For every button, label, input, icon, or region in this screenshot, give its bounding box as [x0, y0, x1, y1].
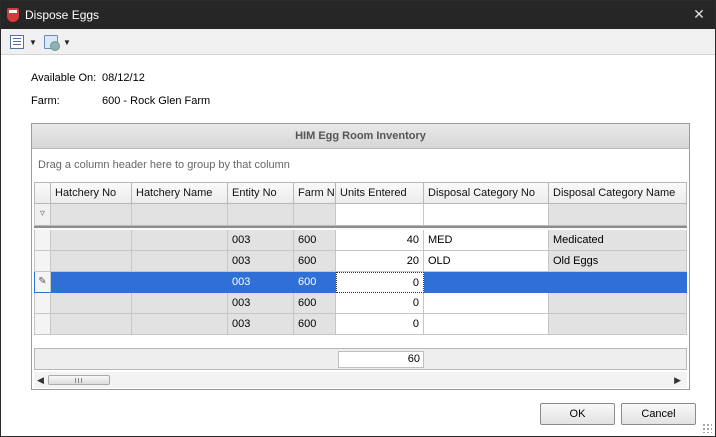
cell-entity-no[interactable]: 003	[228, 314, 294, 335]
grid-rows: 003 600 40 MED Medicated 003 600 20 OLD …	[34, 230, 687, 335]
cell-hatchery-no[interactable]	[51, 251, 132, 272]
scroll-left-icon[interactable]: ◀	[37, 375, 44, 386]
layout-grid-icon	[10, 35, 24, 49]
filter-cell[interactable]	[294, 204, 336, 226]
filter-row: ▿	[34, 204, 687, 226]
column-header-entity-no[interactable]: Entity No	[228, 182, 294, 204]
scroll-right-icon[interactable]: ▶	[674, 375, 681, 386]
cell-disposal-category-no[interactable]: MED	[424, 230, 549, 251]
cell-disposal-category-no[interactable]	[424, 314, 549, 335]
column-header-hatchery-no[interactable]: Hatchery No	[51, 182, 132, 204]
column-header-units-entered[interactable]: Units Entered	[336, 182, 424, 204]
app-icon	[7, 8, 19, 22]
cell-hatchery-name[interactable]	[132, 293, 228, 314]
filter-icon: ▿	[34, 204, 51, 226]
filter-cell[interactable]	[228, 204, 294, 226]
window-title: Dispose Eggs	[25, 8, 100, 22]
group-by-panel[interactable]: Drag a column header here to group by th…	[32, 149, 689, 182]
farm-value: 600 - Rock Glen Farm	[102, 95, 211, 107]
cell-farm-no[interactable]: 600	[294, 293, 336, 314]
units-entered-total: 60	[338, 351, 424, 368]
column-header-row: Hatchery No Hatchery Name Entity No Farm…	[34, 182, 687, 204]
summary-footer: 60	[34, 348, 687, 370]
ok-button[interactable]: OK	[540, 403, 615, 425]
cell-hatchery-no[interactable]	[51, 272, 132, 293]
column-header-hatchery-name[interactable]: Hatchery Name	[132, 182, 228, 204]
layout-menu-button[interactable]: ▼	[10, 33, 37, 51]
row-indicator[interactable]	[34, 293, 51, 314]
cell-hatchery-name[interactable]	[132, 314, 228, 335]
filter-cell[interactable]	[424, 204, 549, 226]
column-header-disposal-category-no[interactable]: Disposal Category No	[424, 182, 549, 204]
farm-label: Farm:	[31, 95, 60, 107]
cell-farm-no[interactable]: 600	[294, 251, 336, 272]
cell-disposal-category-name[interactable]: Medicated	[549, 230, 687, 251]
scroll-thumb[interactable]	[48, 375, 110, 385]
available-on-value: 08/12/12	[102, 72, 145, 84]
cell-farm-no[interactable]: 600	[294, 230, 336, 251]
cell-hatchery-name[interactable]	[132, 230, 228, 251]
toolbar: ▼ ▼	[1, 29, 715, 55]
table-row[interactable]: 003 600 40 MED Medicated	[34, 230, 687, 251]
horizontal-scrollbar[interactable]: ◀ ▶	[34, 372, 687, 388]
export-icon	[44, 35, 60, 51]
row-indicator[interactable]	[34, 251, 51, 272]
cell-disposal-category-no[interactable]: OLD	[424, 251, 549, 272]
edit-pencil-icon[interactable]: ✎	[34, 272, 51, 293]
table-row[interactable]: 003 600 0	[34, 314, 687, 335]
cell-farm-no[interactable]: 600	[294, 272, 336, 293]
grid-title: HIM Egg Room Inventory	[32, 124, 689, 149]
cell-entity-no[interactable]: 003	[228, 230, 294, 251]
cell-farm-no[interactable]: 600	[294, 314, 336, 335]
close-icon[interactable]: ✕	[691, 6, 707, 22]
chevron-down-icon: ▼	[63, 37, 71, 47]
column-header-farm-no[interactable]: Farm No	[294, 182, 336, 204]
available-on-label: Available On:	[31, 72, 97, 84]
cell-entity-no[interactable]: 003	[228, 293, 294, 314]
filter-cell[interactable]	[132, 204, 228, 226]
cell-disposal-category-name[interactable]	[549, 272, 687, 293]
cell-disposal-category-name[interactable]	[549, 314, 687, 335]
cell-entity-no[interactable]: 003	[228, 251, 294, 272]
cell-hatchery-no[interactable]	[51, 230, 132, 251]
cell-units-entered[interactable]: 40	[336, 230, 424, 251]
row-indicator[interactable]	[34, 230, 51, 251]
row-indicator[interactable]	[34, 314, 51, 335]
table-row-selected[interactable]: ✎ 003 600 0	[34, 272, 687, 293]
resize-grip-icon[interactable]	[702, 423, 712, 433]
cancel-button[interactable]: Cancel	[621, 403, 696, 425]
cell-hatchery-name[interactable]	[132, 272, 228, 293]
chevron-down-icon: ▼	[29, 37, 37, 47]
filter-cell[interactable]	[51, 204, 132, 226]
units-entered-editor[interactable]: 0	[336, 272, 424, 293]
cell-units-entered[interactable]: 20	[336, 251, 424, 272]
cell-disposal-category-no[interactable]	[424, 272, 549, 293]
export-menu-button[interactable]: ▼	[44, 33, 71, 51]
cell-entity-no[interactable]: 003	[228, 272, 294, 293]
inventory-grid: HIM Egg Room Inventory Drag a column hea…	[31, 123, 690, 390]
title-bar[interactable]: Dispose Eggs ✕	[1, 1, 715, 29]
cell-hatchery-name[interactable]	[132, 251, 228, 272]
table-row[interactable]: 003 600 0	[34, 293, 687, 314]
cell-units-entered[interactable]: 0	[336, 293, 424, 314]
header-indicator	[34, 182, 51, 204]
dispose-eggs-dialog: Dispose Eggs ✕ ▼ ▼ Available On: 08/12/1…	[0, 0, 716, 437]
cell-disposal-category-name[interactable]: Old Eggs	[549, 251, 687, 272]
filter-cell[interactable]	[549, 204, 687, 226]
cell-hatchery-no[interactable]	[51, 314, 132, 335]
table-row[interactable]: 003 600 20 OLD Old Eggs	[34, 251, 687, 272]
cell-disposal-category-no[interactable]	[424, 293, 549, 314]
filter-cell[interactable]	[336, 204, 424, 226]
column-header-disposal-category-name[interactable]: Disposal Category Name	[549, 182, 687, 204]
cell-hatchery-no[interactable]	[51, 293, 132, 314]
cell-disposal-category-name[interactable]	[549, 293, 687, 314]
cell-units-entered[interactable]: 0	[336, 314, 424, 335]
